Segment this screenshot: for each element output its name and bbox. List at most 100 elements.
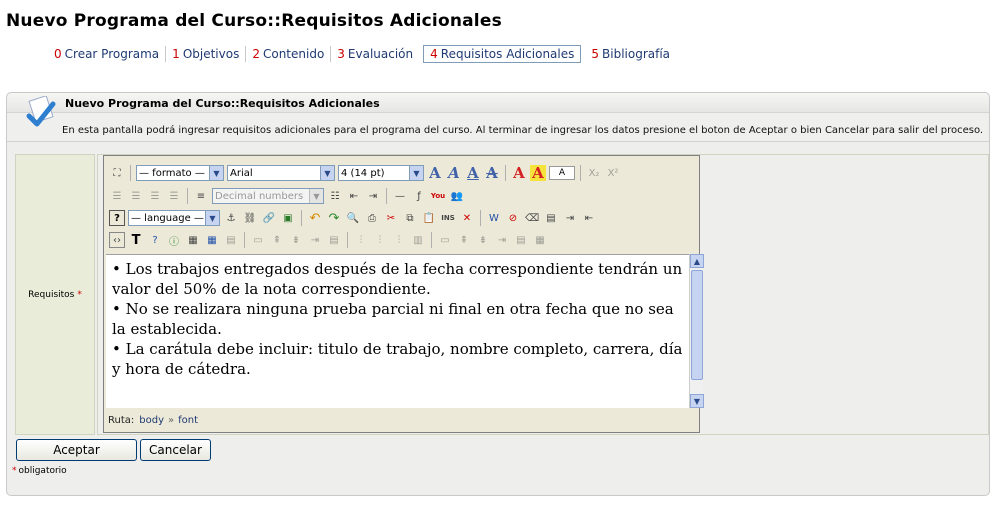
insert-column-after-icon[interactable]: ⫶ xyxy=(372,232,388,248)
align-right-icon[interactable]: ☰ xyxy=(147,188,163,204)
step-label: Contenido xyxy=(262,47,325,61)
path-body-link[interactable]: body xyxy=(139,415,164,426)
scrollbar-thumb[interactable] xyxy=(691,270,703,380)
toolbar-separator xyxy=(431,232,432,248)
insert-column-before-icon[interactable]: ⫶ xyxy=(353,232,369,248)
split-cell-icon[interactable]: ▤ xyxy=(513,232,529,248)
unlink-icon[interactable]: ⛓ xyxy=(242,210,258,226)
cell-properties-icon[interactable]: ▤ xyxy=(223,232,239,248)
step-label: Crear Programa xyxy=(64,47,160,61)
insert-overwrite-icon[interactable]: INS xyxy=(440,210,456,226)
align-left-icon[interactable]: ☰ xyxy=(109,188,125,204)
table-grid-icon[interactable]: ▦ xyxy=(532,232,548,248)
list-style-select-value: Decimal numbers xyxy=(215,190,304,202)
step-evaluacion[interactable]: 3 Evaluación xyxy=(330,46,419,62)
users-icon[interactable]: 👥 xyxy=(449,188,465,204)
field-label-cell: Requisitos * xyxy=(15,154,95,435)
row-properties-icon[interactable]: ▭ xyxy=(250,232,266,248)
delete-icon[interactable]: ✕ xyxy=(459,210,475,226)
undo-icon[interactable]: ↶ xyxy=(307,210,323,226)
anchor-icon[interactable]: ⚓ xyxy=(223,210,239,226)
remove-font-icon[interactable]: ⊘ xyxy=(505,210,521,226)
insert-row-before-icon[interactable]: ⇞ xyxy=(269,232,285,248)
image-icon[interactable]: ▣ xyxy=(280,210,296,226)
delete-row-icon[interactable]: ⇥ xyxy=(307,232,323,248)
cut-icon[interactable]: ✂ xyxy=(383,210,399,226)
horizontal-rule-icon[interactable]: — xyxy=(392,188,408,204)
accept-button[interactable]: Aceptar xyxy=(16,439,137,461)
content-paragraph: • La carátula debe incluir: titulo de tr… xyxy=(112,340,683,378)
ordered-list-icon[interactable]: ≡ xyxy=(193,188,209,204)
toolbar-separator xyxy=(187,188,188,204)
outdent-icon[interactable]: ⇤ xyxy=(346,188,362,204)
find-icon[interactable]: 🔍 xyxy=(345,210,361,226)
language-select[interactable]: — language — ▼ xyxy=(128,210,220,226)
insert-cell-before-icon[interactable]: ⇞ xyxy=(456,232,472,248)
table-properties-icon[interactable]: ▦ xyxy=(204,232,220,248)
merge-cells-icon[interactable]: ▭ xyxy=(437,232,453,248)
move-right-icon[interactable]: ⇥ xyxy=(562,210,578,226)
scroll-down-icon[interactable]: ▼ xyxy=(690,394,704,408)
print-icon[interactable]: ⎙ xyxy=(364,210,380,226)
step-contenido[interactable]: 2 Contenido xyxy=(245,46,330,62)
flash-icon[interactable]: ƒ xyxy=(411,188,427,204)
move-left-icon[interactable]: ⇤ xyxy=(581,210,597,226)
strikethrough-icon[interactable]: A xyxy=(484,164,500,182)
delete-column-icon[interactable]: ⫶ xyxy=(391,232,407,248)
font-color-icon[interactable]: A xyxy=(511,164,527,182)
split-row-icon[interactable]: ▤ xyxy=(326,232,342,248)
align-justify-icon[interactable]: ☰ xyxy=(166,188,182,204)
path-font-link[interactable]: font xyxy=(178,415,198,426)
copy-icon[interactable]: ⧉ xyxy=(402,210,418,226)
step-bibliografia[interactable]: 5 Bibliografía xyxy=(585,46,676,62)
indent-icon[interactable]: ⇥ xyxy=(365,188,381,204)
toolbar-separator xyxy=(386,188,387,204)
typography-icon[interactable]: T xyxy=(128,232,144,248)
list-style-select[interactable]: Decimal numbers ▼ xyxy=(212,188,324,204)
insert-row-after-icon[interactable]: ⇟ xyxy=(288,232,304,248)
text-style-box-icon[interactable]: A xyxy=(549,166,575,180)
step-requisitos-adicionales[interactable]: 4 Requisitos Adicionales xyxy=(423,45,582,63)
paste-word-icon[interactable]: W xyxy=(486,210,502,226)
step-objetivos[interactable]: 1 Objetivos xyxy=(165,46,245,62)
superscript-icon[interactable]: X² xyxy=(605,165,621,181)
highlight-color-icon[interactable]: A xyxy=(530,164,546,182)
scroll-up-icon[interactable]: ▲ xyxy=(690,254,704,268)
step-label: Evaluación xyxy=(347,47,414,61)
table-icon[interactable]: ▦ xyxy=(185,232,201,248)
delete-cell-icon[interactable]: ⇥ xyxy=(494,232,510,248)
question-circle-icon[interactable]: ? xyxy=(147,232,163,248)
toolbar-row-3: ? — language — ▼ ⚓ ⛓ 🔗 ▣ ↶ ↷ 🔍 ⎙ ✂ ⧉ 📋 IN… xyxy=(109,208,597,228)
unordered-list-icon[interactable]: ☷ xyxy=(327,188,343,204)
bold-icon[interactable]: A xyxy=(427,164,443,182)
fullscreen-icon[interactable]: ⛶ xyxy=(109,165,125,181)
format-select[interactable]: — formato — ▼ xyxy=(136,165,224,181)
editor-scrollbar[interactable]: ▲ ▼ xyxy=(689,254,704,408)
editor-content[interactable]: • Los trabajos entregados después de la … xyxy=(106,254,689,408)
cancel-button[interactable]: Cancelar xyxy=(140,439,211,461)
align-center-icon[interactable]: ☰ xyxy=(128,188,144,204)
youtube-icon[interactable]: You xyxy=(430,188,446,204)
insert-cell-after-icon[interactable]: ⇟ xyxy=(475,232,491,248)
chevron-down-icon: ▼ xyxy=(205,211,219,225)
format-select-value: — formato — xyxy=(139,167,205,179)
toolbar-row-4: ‹› T ? ⓘ ▦ ▦ ▤ ▭ ⇞ ⇟ ⇥ ▤ ⫶ ⫶ ⫶ ▥ ▭ ⇞ ⇟ ⇥… xyxy=(109,230,548,250)
template-icon[interactable]: ▤ xyxy=(543,210,559,226)
split-column-icon[interactable]: ▥ xyxy=(410,232,426,248)
italic-icon[interactable]: A xyxy=(446,164,462,182)
font-select[interactable]: Arial ▼ xyxy=(227,165,335,181)
redo-icon[interactable]: ↷ xyxy=(326,210,342,226)
chevron-down-icon: ▼ xyxy=(409,166,423,180)
info-circle-icon[interactable]: ⓘ xyxy=(166,232,182,248)
paste-icon[interactable]: 📋 xyxy=(421,210,437,226)
step-crear-programa[interactable]: 0 Crear Programa xyxy=(48,46,165,62)
underline-icon[interactable]: A xyxy=(465,164,481,182)
html-source-icon[interactable]: ‹› xyxy=(109,232,125,248)
link-icon[interactable]: 🔗 xyxy=(261,210,277,226)
size-select[interactable]: 4 (14 pt) ▼ xyxy=(338,165,424,181)
step-label: Requisitos Adicionales xyxy=(440,47,575,61)
help-icon[interactable]: ? xyxy=(109,210,125,226)
subscript-icon[interactable]: X₂ xyxy=(586,165,602,181)
eraser-icon[interactable]: ⌫ xyxy=(524,210,540,226)
size-select-value: 4 (14 pt) xyxy=(341,167,385,179)
